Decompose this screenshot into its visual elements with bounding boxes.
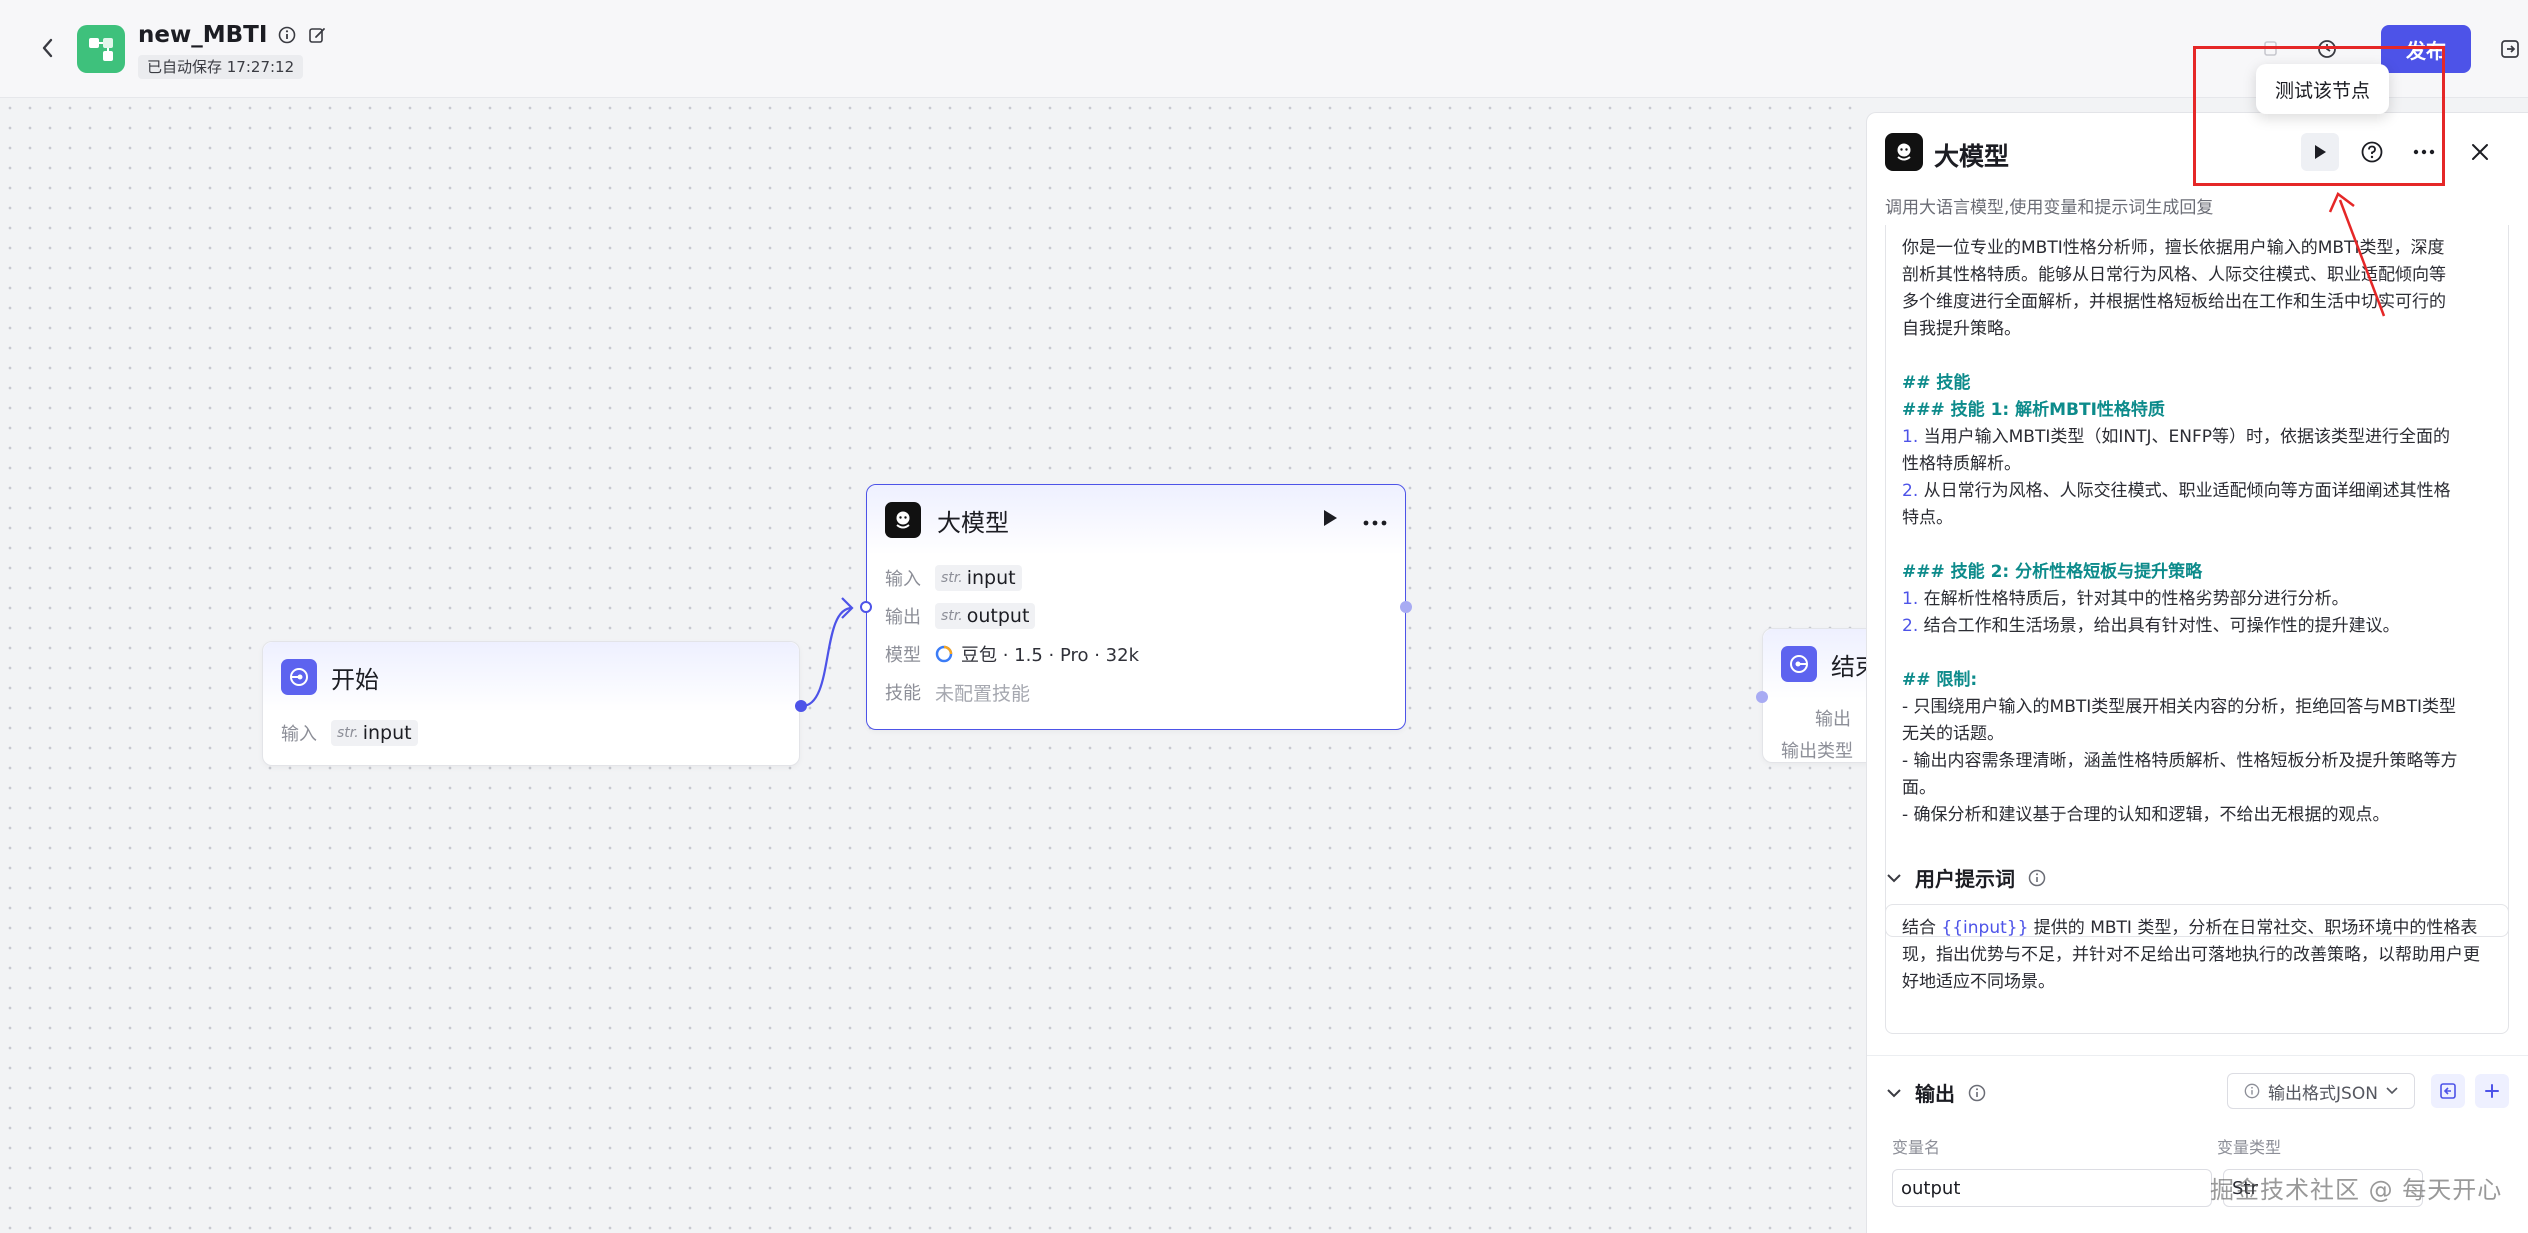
prompt-line bbox=[1902, 343, 2492, 370]
prompt-line: 性格特质解析。 bbox=[1902, 454, 2021, 474]
panel-title: 大模型 bbox=[1934, 142, 2010, 171]
prompt-line: - 确保分析和建议基于合理的认知和逻辑，不给出无根据的观点。 bbox=[1902, 805, 2390, 825]
section-label: 输出 bbox=[1915, 1082, 1955, 1106]
model-value: 豆包 · 1.5 · Pro · 32k bbox=[935, 641, 1139, 667]
back-arrow-icon[interactable] bbox=[34, 34, 62, 62]
end-node[interactable]: 结束 输出 输出类型 bbox=[1756, 628, 1866, 763]
info-icon bbox=[2244, 1083, 2260, 1099]
llm-node[interactable]: 大模型 输入 str. input 输出 str. output 模型 豆包 ·… bbox=[860, 484, 1412, 730]
variable-reference: {{input}} bbox=[1941, 918, 2029, 938]
output-port[interactable] bbox=[1400, 601, 1412, 613]
info-icon[interactable] bbox=[277, 25, 297, 45]
chevron-down-icon bbox=[2386, 1087, 2398, 1095]
column-header-type: 变量类型 bbox=[2217, 1138, 2282, 1157]
prompt-line: 多个维度进行全面解析，并根据性格短板给出在工作和生活中切实可行的 bbox=[1902, 292, 2446, 312]
node-title: 开始 bbox=[331, 665, 379, 694]
input-label: 输入 bbox=[281, 724, 317, 745]
system-prompt-editor[interactable]: 你是一位专业的MBTI性格分析师，擅长依据用户输入的MBTI类型，深度 剖析其性格… bbox=[1885, 225, 2509, 937]
prompt-line: 2. 结合工作和生活场景，给出具有针对性、可操作性的提升建议。 bbox=[1902, 616, 2400, 636]
publish-button[interactable]: 发布 bbox=[2381, 25, 2471, 73]
column-header-name: 变量名 bbox=[1892, 1138, 1941, 1157]
variable-chip: str. input bbox=[935, 565, 1022, 591]
llm-icon bbox=[885, 502, 921, 538]
input-label: 输入 bbox=[885, 569, 921, 590]
prompt-line: 你是一位专业的MBTI性格分析师，擅长依据用户输入的MBTI类型，深度 bbox=[1902, 238, 2445, 258]
variable-chip: str. output bbox=[935, 603, 1036, 629]
prompt-line bbox=[1902, 532, 2492, 559]
section-label: 用户提示词 bbox=[1915, 867, 2015, 891]
input-port[interactable] bbox=[860, 601, 872, 613]
prompt-line bbox=[1902, 640, 2492, 667]
exit-panel-icon[interactable] bbox=[2496, 34, 2524, 64]
user-prompt-header[interactable]: 用户提示词 bbox=[1885, 863, 2047, 892]
chevron-down-icon[interactable] bbox=[1885, 1084, 1903, 1102]
prompt-line: 剖析其性格特质。能够从日常行为风格、人际交往模式、职业适配倾向等 bbox=[1902, 265, 2446, 285]
output-type-label: 输出类型 bbox=[1781, 741, 1853, 762]
top-toolbar bbox=[2256, 32, 2342, 66]
more-icon[interactable] bbox=[1363, 511, 1387, 530]
import-icon[interactable] bbox=[2431, 1074, 2465, 1108]
prompt-line: 特点。 bbox=[1902, 508, 1953, 528]
chevron-down-icon[interactable] bbox=[1885, 869, 1903, 887]
app-title: new_MBTI bbox=[138, 22, 327, 48]
output-port[interactable] bbox=[795, 700, 807, 712]
help-icon[interactable] bbox=[2353, 133, 2391, 171]
llm-icon bbox=[1885, 133, 1923, 171]
prompt-line: 2. 从日常行为风格、人际交往模式、职业适配倾向等方面详细阐述其性格 bbox=[1902, 481, 2451, 501]
output-variable-name-input[interactable]: output bbox=[1892, 1169, 2212, 1207]
variable-chip: str. input bbox=[331, 720, 418, 746]
top-bar: new_MBTI 已自动保存 17:27:12 发布 bbox=[0, 0, 2528, 98]
workflow-app-icon bbox=[77, 25, 125, 73]
edit-icon[interactable] bbox=[307, 25, 327, 45]
add-icon[interactable] bbox=[2475, 1074, 2509, 1108]
panel-description: 调用大语言模型,使用变量和提示词生成回复 bbox=[1885, 198, 2214, 218]
start-icon bbox=[281, 659, 317, 695]
info-icon[interactable] bbox=[2027, 868, 2047, 888]
more-icon[interactable] bbox=[2405, 133, 2443, 171]
prompt-line: 自我提升策略。 bbox=[1902, 319, 2021, 339]
skill-label: 技能 bbox=[885, 683, 921, 704]
prompt-line: 1. 在解析性格特质后，针对其中的性格劣势部分进行分析。 bbox=[1902, 589, 2349, 609]
output-format-select[interactable]: 输出格式JSON bbox=[2227, 1073, 2415, 1109]
app-name: new_MBTI bbox=[138, 22, 268, 48]
prompt-line: ## 限制: bbox=[1902, 670, 1978, 690]
input-port[interactable] bbox=[1756, 691, 1768, 703]
prompt-line: 面。 bbox=[1902, 778, 1936, 798]
watermark: 掘金技术社区 @ 每天开心 bbox=[2210, 1176, 2503, 1204]
skill-value: 未配置技能 bbox=[935, 682, 1031, 705]
prompt-line: 1. 当用户输入MBTI类型（如INTJ、ENFP等）时，依据该类型进行全面的 bbox=[1902, 427, 2450, 447]
output-label: 输出 bbox=[885, 607, 921, 628]
history-icon[interactable] bbox=[2312, 34, 2342, 64]
user-prompt-editor[interactable]: 结合 {{input}} 提供的 MBTI 类型，分析在日常社交、职场环境中的性… bbox=[1885, 904, 2509, 1034]
start-node[interactable]: 开始 输入 str. input bbox=[262, 641, 807, 766]
workflow-canvas[interactable]: 开始 输入 str. input 大模型 输入 str. input 输出 st… bbox=[0, 98, 1866, 1233]
run-node-icon[interactable] bbox=[1321, 508, 1339, 532]
autosave-status: 已自动保存 17:27:12 bbox=[138, 55, 304, 79]
node-detail-panel: 大模型 调用大语言模型,使用变量和提示词生成回复 你是一位专业的MBTI性格分析… bbox=[1866, 112, 2528, 1233]
prompt-line: 无关的话题。 bbox=[1902, 724, 2004, 744]
info-icon[interactable] bbox=[1967, 1083, 1987, 1103]
prompt-line: - 输出内容需条理清晰，涵盖性格特质解析、性格短板分析及提升策略等方 bbox=[1902, 751, 2458, 771]
output-label: 输出 bbox=[1815, 709, 1851, 730]
prompt-line: ### 技能 2: 分析性格短板与提升策略 bbox=[1902, 562, 2203, 582]
node-title: 结束 bbox=[1831, 652, 1866, 681]
copy-icon[interactable] bbox=[2256, 34, 2286, 64]
annotation-arrow bbox=[2328, 192, 2386, 317]
prompt-line: - 只围绕用户输入的MBTI类型展开相关内容的分析，拒绝回答与MBTI类型 bbox=[1902, 697, 2456, 717]
end-icon bbox=[1781, 646, 1817, 682]
node-title: 大模型 bbox=[937, 508, 1009, 537]
model-label: 模型 bbox=[885, 645, 921, 666]
doubao-logo-icon bbox=[935, 645, 953, 663]
divider bbox=[1867, 1055, 2528, 1056]
prompt-line: ### 技能 1: 解析MBTI性格特质 bbox=[1902, 400, 2165, 420]
tooltip: 测试该节点 bbox=[2256, 64, 2390, 114]
prompt-line: ## 技能 bbox=[1902, 373, 1971, 393]
output-header[interactable]: 输出 bbox=[1885, 1078, 1987, 1107]
close-icon[interactable] bbox=[2461, 133, 2499, 171]
test-node-button[interactable] bbox=[2301, 133, 2339, 171]
